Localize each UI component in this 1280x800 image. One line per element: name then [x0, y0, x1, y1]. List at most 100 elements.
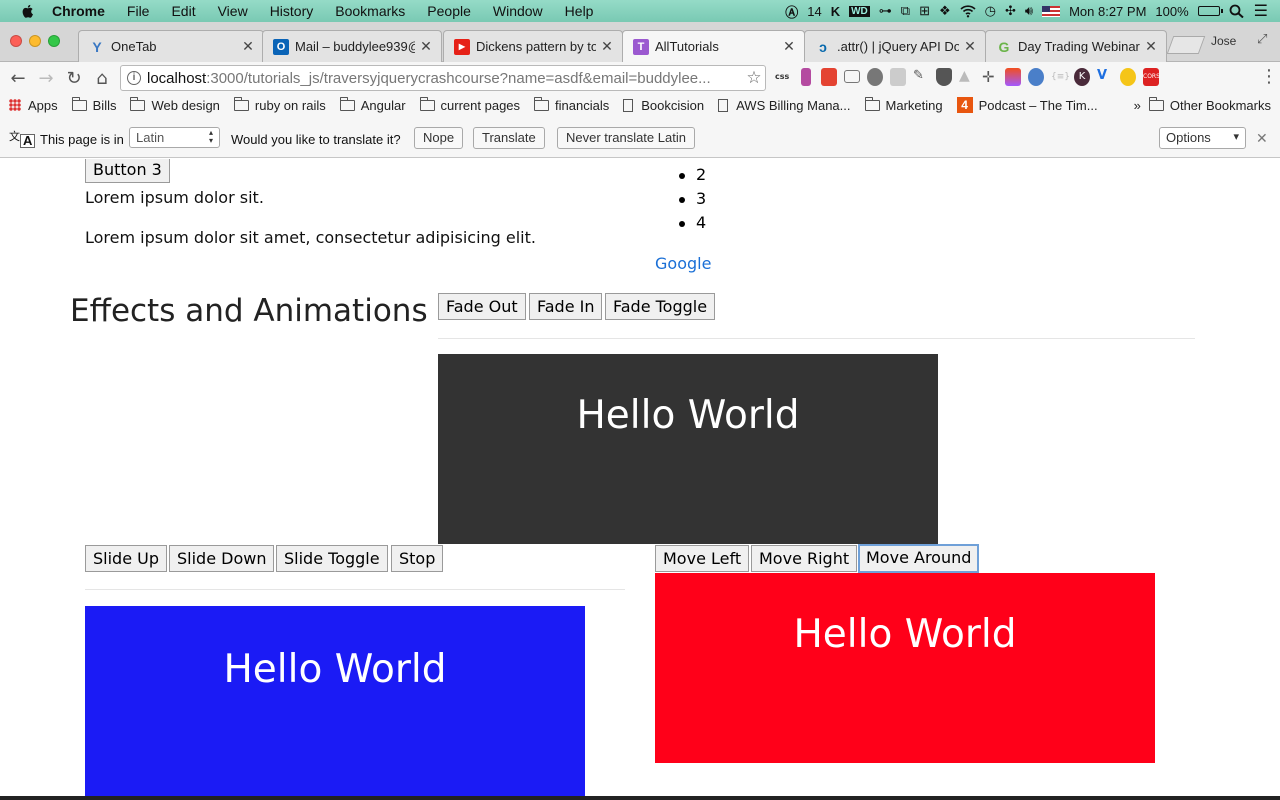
v-extension-icon[interactable]: V: [1097, 68, 1113, 86]
close-tab-icon[interactable]: ✕: [782, 38, 796, 55]
bookmark-angular[interactable]: Angular: [339, 96, 406, 113]
slide-down-button[interactable]: Slide Down: [169, 545, 275, 572]
wifi-icon[interactable]: [960, 4, 976, 18]
us-flag-icon[interactable]: [1042, 5, 1061, 17]
css-extension-icon[interactable]: css: [775, 68, 791, 86]
menu-window[interactable]: Window: [493, 3, 543, 19]
cors-icon[interactable]: CORS: [1143, 68, 1160, 86]
button-3[interactable]: Button 3: [85, 159, 170, 183]
disable-extension-icon[interactable]: [867, 68, 883, 86]
apple-icon[interactable]: [20, 3, 36, 19]
move-right-button[interactable]: Move Right: [751, 545, 858, 572]
crosshair-icon[interactable]: ✛: [982, 68, 998, 86]
wire-icon[interactable]: ⊶: [879, 3, 892, 19]
notification-center-icon[interactable]: ☰: [1254, 1, 1268, 21]
menu-people[interactable]: People: [427, 3, 471, 19]
language-select[interactable]: Latin: [129, 127, 220, 148]
bookmark-aws-billing[interactable]: AWS Billing Mana...: [718, 98, 851, 113]
never-translate-button[interactable]: Never translate Latin: [557, 127, 695, 149]
fade-in-button[interactable]: Fade In: [529, 293, 603, 320]
tab-day-trading[interactable]: G Day Trading Webinar ✕: [985, 30, 1167, 62]
bluetooth-icon[interactable]: ✣: [1005, 3, 1016, 19]
close-tab-icon[interactable]: ✕: [419, 38, 433, 55]
k-icon[interactable]: K: [831, 4, 840, 19]
other-bookmarks[interactable]: Other Bookmarks: [1148, 96, 1271, 113]
url-text[interactable]: localhost:3000/tutorials_js/traversyjque…: [147, 70, 743, 87]
fade-toggle-button[interactable]: Fade Toggle: [605, 293, 716, 320]
bookmark-podcast[interactable]: 4 Podcast – The Tim...: [956, 97, 1098, 113]
tab-jquery-attr[interactable]: ↄ .attr() | jQuery API Do ✕: [804, 30, 986, 62]
nope-button[interactable]: Nope: [414, 127, 464, 149]
stop-button[interactable]: Stop: [391, 545, 444, 572]
info-icon[interactable]: i: [127, 71, 141, 85]
bookmark-star-icon[interactable]: ☆: [743, 68, 765, 88]
volume-icon[interactable]: 🔊︎: [1025, 3, 1033, 19]
bookmark-web-design[interactable]: Web design: [130, 96, 220, 113]
address-bar[interactable]: i localhost:3000/tutorials_js/traversyjq…: [120, 65, 766, 91]
fade-out-button[interactable]: Fade Out: [438, 293, 526, 320]
browser-menu-icon[interactable]: ⋮: [1260, 66, 1278, 87]
translate-button[interactable]: Translate: [473, 127, 545, 149]
slide-toggle-button[interactable]: Slide Toggle: [276, 545, 388, 572]
move-left-button[interactable]: Move Left: [655, 545, 750, 572]
close-window-button[interactable]: [10, 35, 22, 47]
bookmarks-overflow-button[interactable]: »: [1134, 98, 1141, 113]
translate-options-select[interactable]: Options: [1159, 127, 1246, 149]
menu-help[interactable]: Help: [565, 3, 594, 19]
battery-icon[interactable]: [1197, 6, 1223, 16]
bookmark-apps[interactable]: Apps: [0, 98, 58, 113]
dropbox-icon[interactable]: ❖: [939, 3, 951, 19]
close-tab-icon[interactable]: ✕: [241, 38, 255, 55]
globe-icon[interactable]: [1028, 68, 1044, 86]
menu-file[interactable]: File: [127, 3, 150, 19]
back-icon[interactable]: ←: [4, 68, 32, 89]
wd-icon[interactable]: WD: [849, 5, 870, 17]
moon-icon[interactable]: [1120, 68, 1136, 86]
home-icon[interactable]: ⌂: [88, 68, 116, 89]
minimize-window-button[interactable]: [29, 35, 41, 47]
profile-name[interactable]: Jose: [1211, 34, 1236, 48]
google-link[interactable]: Google: [655, 254, 711, 273]
figma-icon[interactable]: [1005, 68, 1021, 86]
spotlight-icon[interactable]: [1229, 4, 1245, 18]
bookmark-bills[interactable]: Bills: [71, 96, 116, 113]
close-tab-icon[interactable]: ✕: [963, 38, 977, 55]
bookmark-marketing[interactable]: Marketing: [864, 96, 943, 113]
move-around-button[interactable]: Move Around: [858, 544, 980, 573]
menu-edit[interactable]: Edit: [171, 3, 195, 19]
close-tab-icon[interactable]: ✕: [1144, 38, 1158, 55]
bookmark-current-pages[interactable]: current pages: [419, 96, 520, 113]
forward-icon[interactable]: →: [32, 68, 60, 89]
maximize-window-button[interactable]: [48, 35, 60, 47]
bookmark-financials[interactable]: financials: [534, 96, 609, 113]
cast-icon[interactable]: [844, 70, 860, 83]
fullscreen-icon[interactable]: ⤢: [1257, 32, 1267, 47]
time-machine-icon[interactable]: ◷: [985, 3, 996, 19]
menu-view[interactable]: View: [218, 3, 248, 19]
menu-bookmarks[interactable]: Bookmarks: [335, 3, 405, 19]
tab-dickens[interactable]: ▶ Dickens pattern by to ✕: [443, 30, 623, 62]
menu-chrome[interactable]: Chrome: [52, 3, 105, 19]
gray-extension-icon[interactable]: [890, 68, 906, 86]
tab-alltutorials[interactable]: T AllTutorials ✕: [622, 30, 805, 62]
slide-up-button[interactable]: Slide Up: [85, 545, 167, 572]
todoist-extension-icon[interactable]: [821, 68, 837, 86]
adobe-icon[interactable]: Ⓐ: [785, 2, 798, 21]
tab-onetab[interactable]: Y OneTab ✕: [78, 30, 264, 62]
braces-icon[interactable]: {≡}: [1051, 68, 1070, 86]
pocket-icon[interactable]: [936, 68, 952, 86]
phone-extension-icon[interactable]: [801, 68, 811, 86]
tab-mail[interactable]: O Mail – buddylee939@ ✕: [262, 30, 442, 62]
reload-icon[interactable]: ↻: [60, 68, 88, 89]
k-extension-icon[interactable]: K: [1074, 68, 1090, 86]
menu-history[interactable]: History: [270, 3, 314, 19]
drive-icon[interactable]: ▲: [959, 68, 975, 86]
new-tab-button[interactable]: [1166, 36, 1206, 54]
close-tab-icon[interactable]: ✕: [600, 38, 614, 55]
bookmark-ruby-on-rails[interactable]: ruby on rails: [233, 96, 326, 113]
copy-icon[interactable]: ⧉: [901, 3, 910, 19]
grid-icon[interactable]: ⊞: [919, 3, 930, 19]
close-translate-icon[interactable]: ✕: [1256, 130, 1268, 147]
bookmark-bookcision[interactable]: Bookcision: [623, 98, 704, 113]
eyedropper-icon[interactable]: ✎: [913, 68, 929, 86]
